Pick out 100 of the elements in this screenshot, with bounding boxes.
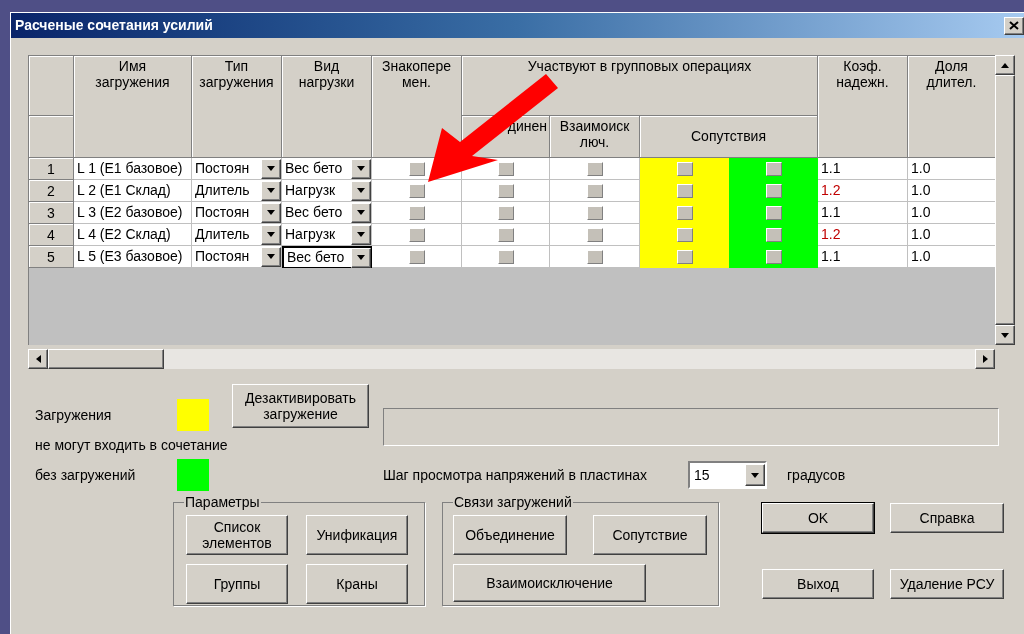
checkbox[interactable] [676,206,693,220]
scroll-thumb[interactable] [48,349,164,369]
button[interactable]: Удаление РСУ [890,569,1004,599]
dropdown-button[interactable] [351,158,371,179]
checkbox[interactable] [586,183,603,198]
caret-icon [267,254,275,259]
table-cell: 1.0 [908,246,996,268]
button[interactable]: Взаимоисключение [453,564,646,602]
caret-icon [751,472,759,478]
dropdown[interactable]: Длитель [192,180,282,202]
column-header: Тип загружения [192,56,282,158]
button[interactable]: Список элементов [186,515,288,555]
checkbox[interactable] [497,161,514,176]
button[interactable]: Дезактивировать загружение [232,384,369,428]
horizontal-scrollbar[interactable] [28,349,995,369]
checkbox[interactable] [676,250,693,264]
dropdown-button[interactable] [351,180,371,201]
column-header: Сопутствия [640,116,818,158]
checkbox[interactable] [586,161,603,176]
dropdown-button[interactable] [261,158,281,179]
checkbox[interactable] [497,205,514,220]
column-header: Участвуют в групповых операциях [462,56,818,116]
caret-icon [267,232,275,237]
button[interactable]: Объединение [453,515,567,555]
checkbox[interactable] [586,249,603,264]
group-title: Связи загружений [453,493,573,512]
close-button[interactable] [1004,16,1024,35]
button[interactable]: Сопутствие [593,515,707,555]
dropdown-button[interactable] [261,224,281,245]
table-cell: 1.2 [818,224,908,246]
checkbox[interactable] [586,205,603,220]
checkbox[interactable] [408,161,425,176]
column-header: Взаимоиск люч. [550,116,640,158]
checkbox[interactable] [497,183,514,198]
dropdown-button[interactable] [745,464,765,486]
checkbox[interactable] [765,206,782,220]
dropdown[interactable]: Длитель [192,224,282,246]
checkbox[interactable] [586,227,603,242]
scroll-down-button[interactable] [995,325,1015,345]
checkbox[interactable] [497,227,514,242]
button[interactable]: Выход [762,569,874,599]
window-title: Расченые сочетания усилий [15,16,213,35]
table-cell: L 3 (E2 базовое) [74,202,192,224]
checkbox[interactable] [765,162,782,176]
row-number: 5 [29,246,74,268]
table-cell: L 4 (E2 Склад) [74,224,192,246]
down-arrow-icon [1001,332,1009,338]
scroll-up-button[interactable] [995,55,1015,75]
caret-icon [357,210,365,215]
dropdown[interactable]: Вес бето [282,158,372,180]
dropdown-button[interactable] [261,202,281,223]
caret-icon [357,166,365,171]
table-cell: L 1 (E1 базовое) [74,158,192,180]
table-cell: L 2 (E1 Склад) [74,180,192,202]
scroll-right-button[interactable] [975,349,995,369]
column-header: Вид нагрузки [282,56,372,158]
dropdown-button[interactable] [261,180,281,201]
unit-label: градусов [787,465,846,485]
button[interactable]: Унификация [306,515,408,555]
dropdown-button[interactable] [351,202,371,223]
checkbox[interactable] [676,162,693,176]
checkbox[interactable] [676,184,693,198]
dropdown-button[interactable] [261,246,281,267]
checkbox[interactable] [408,205,425,220]
right-arrow-icon [982,355,988,363]
row-number: 3 [29,202,74,224]
caret-icon [267,210,275,215]
group-title: Параметры [184,493,261,512]
dropdown[interactable]: Постоян [192,246,282,268]
dropdown[interactable]: Постоян [192,158,282,180]
checkbox[interactable] [765,250,782,264]
caret-icon [357,255,365,260]
checkbox[interactable] [765,184,782,198]
caret-icon [357,188,365,193]
checkbox[interactable] [408,249,425,264]
dropdown[interactable]: Постоян [192,202,282,224]
dropdown[interactable]: Нагрузк [282,180,372,202]
checkbox[interactable] [408,183,425,198]
button[interactable]: Краны [306,564,408,604]
button[interactable]: OK [762,503,874,533]
step-dropdown[interactable]: 15 [688,461,767,489]
checkbox[interactable] [765,228,782,242]
dropdown-button[interactable] [351,247,371,268]
dropdown[interactable]: Нагрузк [282,224,372,246]
checkbox[interactable] [497,249,514,264]
checkbox[interactable] [676,228,693,242]
row-number: 4 [29,224,74,246]
dropdown[interactable]: Вес бето [282,202,372,224]
table-cell: 1.0 [908,158,996,180]
dropdown[interactable]: Вес бето [282,246,372,268]
checkbox[interactable] [408,227,425,242]
table-cell: 1.1 [818,246,908,268]
row-number: 1 [29,158,74,180]
button[interactable]: Справка [890,503,1004,533]
legend-label: без загружений [35,465,137,485]
scroll-left-button[interactable] [28,349,48,369]
button[interactable]: Группы [186,564,288,604]
left-arrow-icon [35,355,41,363]
column-header: Коэф. надежн. [818,56,908,158]
dropdown-button[interactable] [351,224,371,245]
